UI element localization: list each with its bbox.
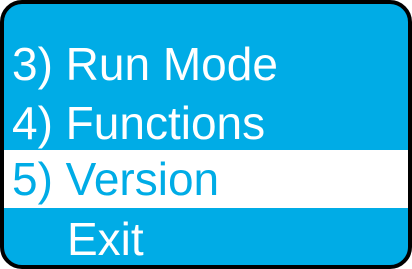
menu-item-functions[interactable]: 4) Functions (4, 93, 408, 153)
lcd-menu-screen: 3) Run Mode 4) Functions 5) Version Exit (0, 0, 412, 269)
menu-item-run-mode[interactable]: 3) Run Mode (4, 34, 408, 94)
menu-item-exit[interactable]: Exit (4, 209, 408, 265)
menu-item-version-selected[interactable]: 5) Version (4, 150, 408, 208)
